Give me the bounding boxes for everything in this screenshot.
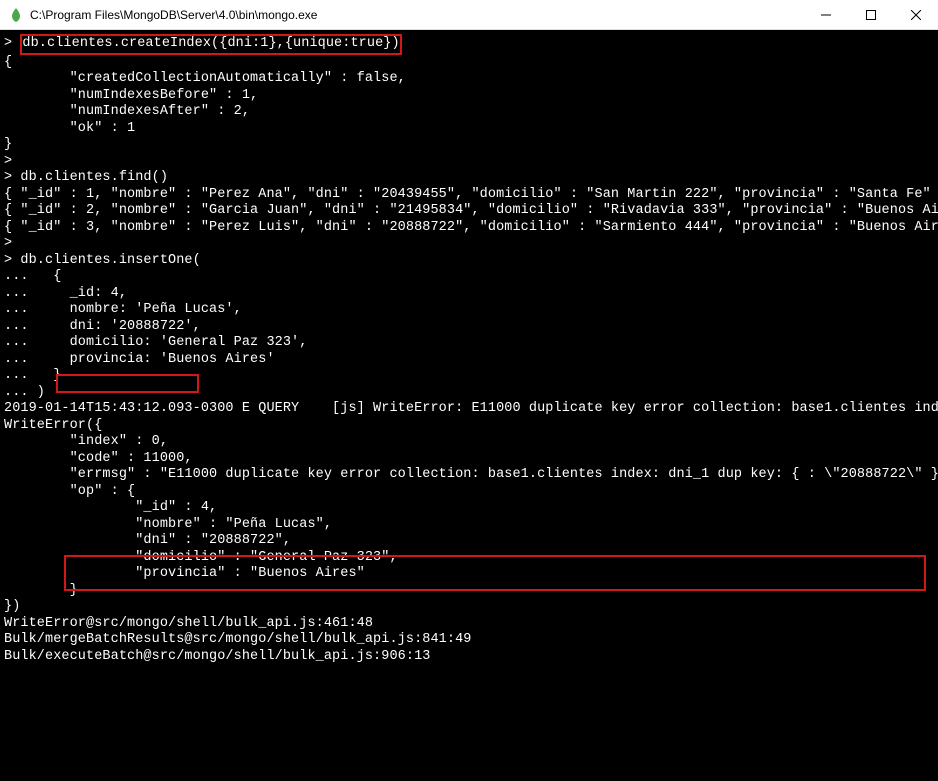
terminal-line: { "_id" : 2, "nombre" : "Garcia Juan", "…	[4, 203, 938, 218]
maximize-button[interactable]	[848, 0, 893, 30]
highlight-dni-value	[56, 374, 199, 393]
terminal-line: >	[4, 236, 12, 251]
terminal-line: ... )	[4, 385, 45, 400]
window-title: C:\Program Files\MongoDB\Server\4.0\bin\…	[30, 8, 803, 22]
terminal-line: ... provincia: 'Buenos Aires'	[4, 352, 275, 367]
terminal-line: "numIndexesAfter" : 2,	[4, 104, 250, 119]
highlight-create-index: db.clientes.createIndex({dni:1},{unique:…	[20, 34, 401, 55]
terminal-line: "errmsg" : "E11000 duplicate key error c…	[4, 467, 938, 482]
terminal-line: {	[4, 55, 12, 70]
terminal-line: "provincia" : "Buenos Aires"	[4, 566, 365, 581]
terminal[interactable]: > db.clientes.createIndex({dni:1},{uniqu…	[0, 30, 938, 781]
minimize-button[interactable]	[803, 0, 848, 30]
terminal-line: "domicilio" : "General Paz 323",	[4, 550, 398, 565]
terminal-line: "createdCollectionAutomatically" : false…	[4, 71, 406, 86]
terminal-line: ... _id: 4,	[4, 286, 127, 301]
terminal-line: "dni" : "20888722",	[4, 533, 291, 548]
terminal-line: > db.clientes.insertOne(	[4, 253, 201, 268]
terminal-line: })	[4, 599, 20, 614]
terminal-line: WriteError@src/mongo/shell/bulk_api.js:4…	[4, 616, 373, 631]
terminal-line: "code" : 11000,	[4, 451, 193, 466]
terminal-line: >	[4, 154, 12, 169]
terminal-line: Bulk/mergeBatchResults@src/mongo/shell/b…	[4, 632, 471, 647]
terminal-line: "numIndexesBefore" : 1,	[4, 88, 258, 103]
titlebar: C:\Program Files\MongoDB\Server\4.0\bin\…	[0, 0, 938, 30]
window-controls	[803, 0, 938, 30]
terminal-line: ... }	[4, 368, 61, 383]
close-button[interactable]	[893, 0, 938, 30]
terminal-line: }	[4, 137, 12, 152]
terminal-line: { "_id" : 3, "nombre" : "Perez Luis", "d…	[4, 220, 938, 235]
terminal-line: "nombre" : "Peña Lucas",	[4, 517, 332, 532]
terminal-line: "index" : 0,	[4, 434, 168, 449]
terminal-line: }	[4, 583, 78, 598]
terminal-line: 2019-01-14T15:43:12.093-0300 E QUERY [js…	[4, 401, 938, 416]
terminal-line: WriteError({	[4, 418, 102, 433]
terminal-line: ... {	[4, 269, 61, 284]
terminal-line: > db.clientes.find()	[4, 170, 168, 185]
terminal-line: ... dni: '20888722',	[4, 319, 201, 334]
terminal-line: Bulk/executeBatch@src/mongo/shell/bulk_a…	[4, 649, 430, 664]
terminal-line: "_id" : 4,	[4, 500, 217, 515]
terminal-line: >	[4, 36, 20, 51]
terminal-line: ... domicilio: 'General Paz 323',	[4, 335, 307, 350]
terminal-line: "op" : {	[4, 484, 135, 499]
mongo-leaf-icon	[8, 7, 24, 23]
terminal-line: "ok" : 1	[4, 121, 135, 136]
terminal-line: ... nombre: 'Peña Lucas',	[4, 302, 242, 317]
terminal-line: { "_id" : 1, "nombre" : "Perez Ana", "dn…	[4, 187, 938, 202]
